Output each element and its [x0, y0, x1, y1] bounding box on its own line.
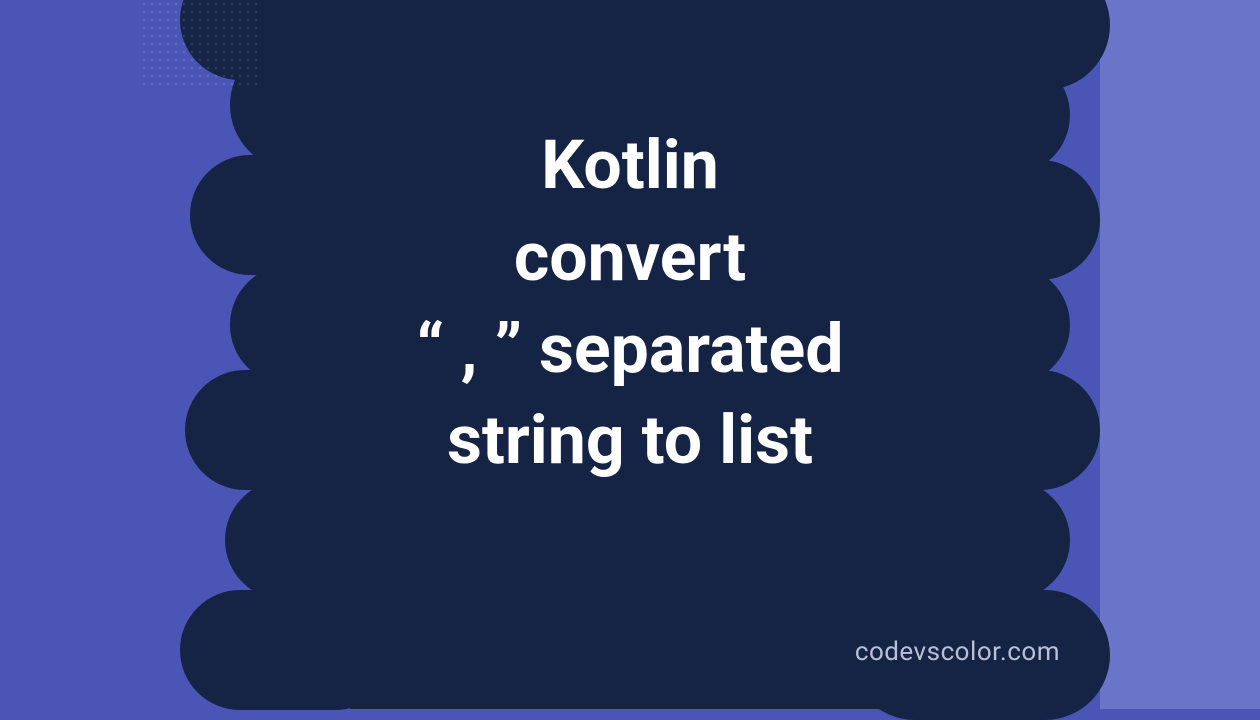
- blob-bump: [870, 480, 1070, 600]
- watermark-text: codevscolor.com: [855, 637, 1060, 667]
- blob-bump: [225, 480, 410, 600]
- title-line-1: Kotlin: [0, 120, 1260, 212]
- title-line-2: convert: [0, 212, 1260, 304]
- title-line-3: “ , ” separated: [0, 304, 1260, 396]
- title-line-4: string to list: [0, 395, 1260, 487]
- blob-bump: [180, 590, 395, 710]
- banner-title: Kotlin convert “ , ” separated string to…: [0, 120, 1260, 487]
